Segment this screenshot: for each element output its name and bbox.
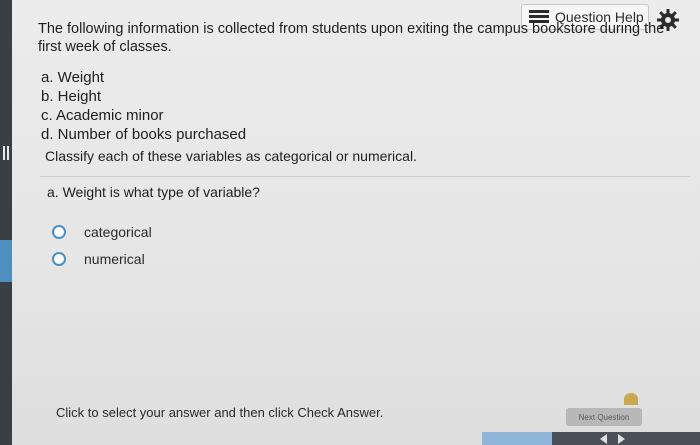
option-categorical[interactable]: categorical [52, 224, 152, 240]
next-arrow-icon[interactable] [618, 434, 625, 444]
variable-item: a. Weight [41, 69, 105, 86]
next-question-button[interactable]: Next Question [566, 408, 642, 426]
classify-instruction: Classify each of these variables as cate… [45, 148, 417, 164]
variable-list: a. Weight b. Height c. Academic minor d.… [41, 68, 246, 144]
variable-item: d. Number of books purchased [41, 126, 247, 143]
question-screen: Question Help The following information … [0, 0, 700, 445]
divider [40, 176, 690, 177]
question-prompt: a. Weight is what type of variable? [47, 184, 260, 200]
radio-button[interactable] [52, 225, 66, 239]
option-numerical[interactable]: numerical [52, 251, 145, 267]
check-answer-button[interactable] [482, 432, 552, 445]
pause-icon[interactable] [2, 146, 10, 162]
footer-instruction: Click to select your answer and then cli… [56, 405, 384, 420]
option-label: categorical [84, 224, 152, 240]
next-indicator-badge [624, 393, 638, 405]
radio-button[interactable] [52, 252, 66, 266]
variable-item: b. Height [41, 88, 102, 105]
variable-item: c. Academic minor [41, 107, 164, 124]
option-label: numerical [84, 251, 145, 267]
question-intro: The following information is collected f… [38, 21, 665, 55]
next-question-label: Next Question [578, 412, 630, 422]
left-sidebar [0, 0, 12, 445]
previous-arrow-icon[interactable] [600, 434, 607, 444]
left-progress-accent [0, 240, 12, 282]
